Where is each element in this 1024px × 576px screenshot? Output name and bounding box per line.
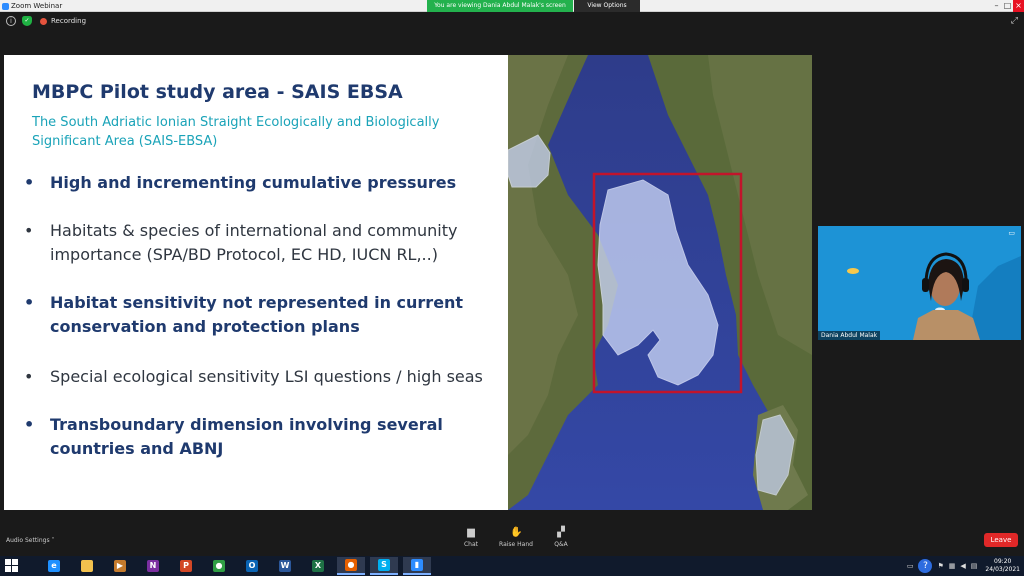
outlook-icon: O xyxy=(246,560,258,572)
slide-subtitle: The South Adriatic Ionian Straight Ecolo… xyxy=(32,115,440,149)
info-icon[interactable]: i xyxy=(6,16,16,26)
notification-icon[interactable]: ▤ xyxy=(971,562,978,570)
zoom-icon: ▮ xyxy=(411,559,423,571)
minimize-icon[interactable]: – xyxy=(991,0,1002,12)
taskbar-app-ie[interactable]: e xyxy=(40,557,68,575)
skype-icon: S xyxy=(378,559,390,571)
recording-icon xyxy=(40,18,47,25)
recording-label: Recording xyxy=(51,17,87,25)
ie-icon: e xyxy=(48,560,60,572)
headphone-left xyxy=(922,278,929,292)
fullscreen-icon[interactable]: ⤢ xyxy=(1011,16,1018,26)
participant-video[interactable]: ▭ Dania Abdul Malak xyxy=(818,226,1021,340)
meeting-status-bar: i ✓ Recording ⤢ xyxy=(0,13,1024,31)
participant-name: Dania Abdul Malak xyxy=(818,331,881,340)
taskbar-app-media[interactable]: ▶ xyxy=(106,557,134,575)
taskbar-app-word[interactable]: W xyxy=(271,557,299,575)
headphone-right xyxy=(962,278,969,292)
title-bar: Zoom Webinar You are viewing Dania Abdul… xyxy=(0,0,1024,12)
help-icon[interactable]: ? xyxy=(918,559,933,573)
bullet-item: • Special ecological sensitivity LSI que… xyxy=(24,365,494,389)
taskbar-app-file-explorer[interactable] xyxy=(73,557,101,575)
qa-button[interactable]: ▞ Q&A xyxy=(541,527,581,549)
bullet-item: • Habitats & species of international an… xyxy=(24,219,494,267)
keyboard-icon[interactable]: ▭ xyxy=(907,562,914,570)
word-icon: W xyxy=(279,560,291,572)
background-tabs xyxy=(150,1,254,8)
leave-button[interactable]: Leave xyxy=(984,533,1018,547)
screen-share-banner: You are viewing Dania Abdul Malak's scre… xyxy=(427,0,573,12)
shared-slide: MBPC Pilot study area - SAIS EBSA The So… xyxy=(4,55,812,510)
excel-icon: X xyxy=(312,560,324,572)
media-icon: ▶ xyxy=(114,560,126,572)
taskbar-app-skype[interactable]: S xyxy=(370,557,398,575)
maximize-icon[interactable]: □ xyxy=(1002,0,1013,12)
bullet-dot: • xyxy=(24,367,34,386)
hand-icon: ✋ xyxy=(510,527,523,538)
bullet-dot: • xyxy=(24,415,35,434)
slide-text-panel: MBPC Pilot study area - SAIS EBSA The So… xyxy=(4,55,508,510)
bullet-item: • High and incrementing cumulative press… xyxy=(24,171,494,195)
security-shield-icon[interactable]: ✓ xyxy=(22,16,32,26)
taskbar-clock[interactable]: 09:20 24/03/2021 xyxy=(985,558,1020,574)
taskbar-app-outlook[interactable]: O xyxy=(238,557,266,575)
volume-icon[interactable]: ◀ xyxy=(960,562,965,570)
bullet-dot: • xyxy=(24,221,34,240)
chevron-up-icon: ˄ xyxy=(51,537,55,544)
view-options-button[interactable]: View Options xyxy=(574,0,640,12)
taskbar-app-chrome[interactable]: ● xyxy=(205,557,233,575)
taskbar-app-excel[interactable]: X xyxy=(304,557,332,575)
map-graphic xyxy=(508,55,812,510)
audio-settings-button[interactable]: Audio Settings ˄ xyxy=(6,537,55,544)
taskbar-app-powerpoint[interactable]: P xyxy=(172,557,200,575)
windows-taskbar: e ▶ N P ● O W X ● S ▮ ▭ ? ⚑ ▦ ◀ ▤ 09:20 24/03/2021 xyxy=(0,556,1024,576)
onenote-icon: N xyxy=(147,560,159,572)
firefox-icon: ● xyxy=(345,559,357,571)
zoom-app-icon xyxy=(2,2,9,10)
satellite-map xyxy=(508,55,812,510)
close-icon[interactable]: × xyxy=(1013,0,1024,12)
taskbar-app-zoom[interactable]: ▮ xyxy=(403,557,431,575)
chat-icon: ▆ xyxy=(467,527,475,538)
taskbar-app-onenote[interactable]: N xyxy=(139,557,167,575)
window-title: Zoom Webinar xyxy=(2,0,62,12)
video-feed xyxy=(818,226,1021,340)
file-explorer-icon xyxy=(81,560,93,572)
bullet-item: • Transboundary dimension involving seve… xyxy=(24,413,494,461)
qa-icon: ▞ xyxy=(557,527,565,538)
taskbar-app-firefox[interactable]: ● xyxy=(337,557,365,575)
bullet-item: • Habitat sensitivity not represented in… xyxy=(24,291,494,339)
window-controls: – □ × xyxy=(991,0,1024,12)
video-options-icon[interactable]: ▭ xyxy=(1008,229,1015,237)
powerpoint-icon: P xyxy=(180,560,192,572)
chat-button[interactable]: ▆ Chat xyxy=(451,527,491,549)
bullet-dot: • xyxy=(24,293,35,312)
flag-icon[interactable]: ⚑ xyxy=(937,562,943,570)
bullet-dot: • xyxy=(24,173,35,192)
raise-hand-button[interactable]: ✋ Raise Hand xyxy=(496,527,536,549)
windows-start-icon[interactable] xyxy=(5,559,19,573)
meeting-controls-bar: Audio Settings ˄ ▆ Chat ✋ Raise Hand ▞ Q… xyxy=(0,520,1024,556)
slide-title: MBPC Pilot study area - SAIS EBSA xyxy=(32,81,403,103)
chrome-icon: ● xyxy=(213,560,225,572)
network-icon[interactable]: ▦ xyxy=(949,562,956,570)
fish-graphic xyxy=(847,268,859,274)
system-tray: ▭ ? ⚑ ▦ ◀ ▤ 09:20 24/03/2021 xyxy=(902,556,1020,576)
